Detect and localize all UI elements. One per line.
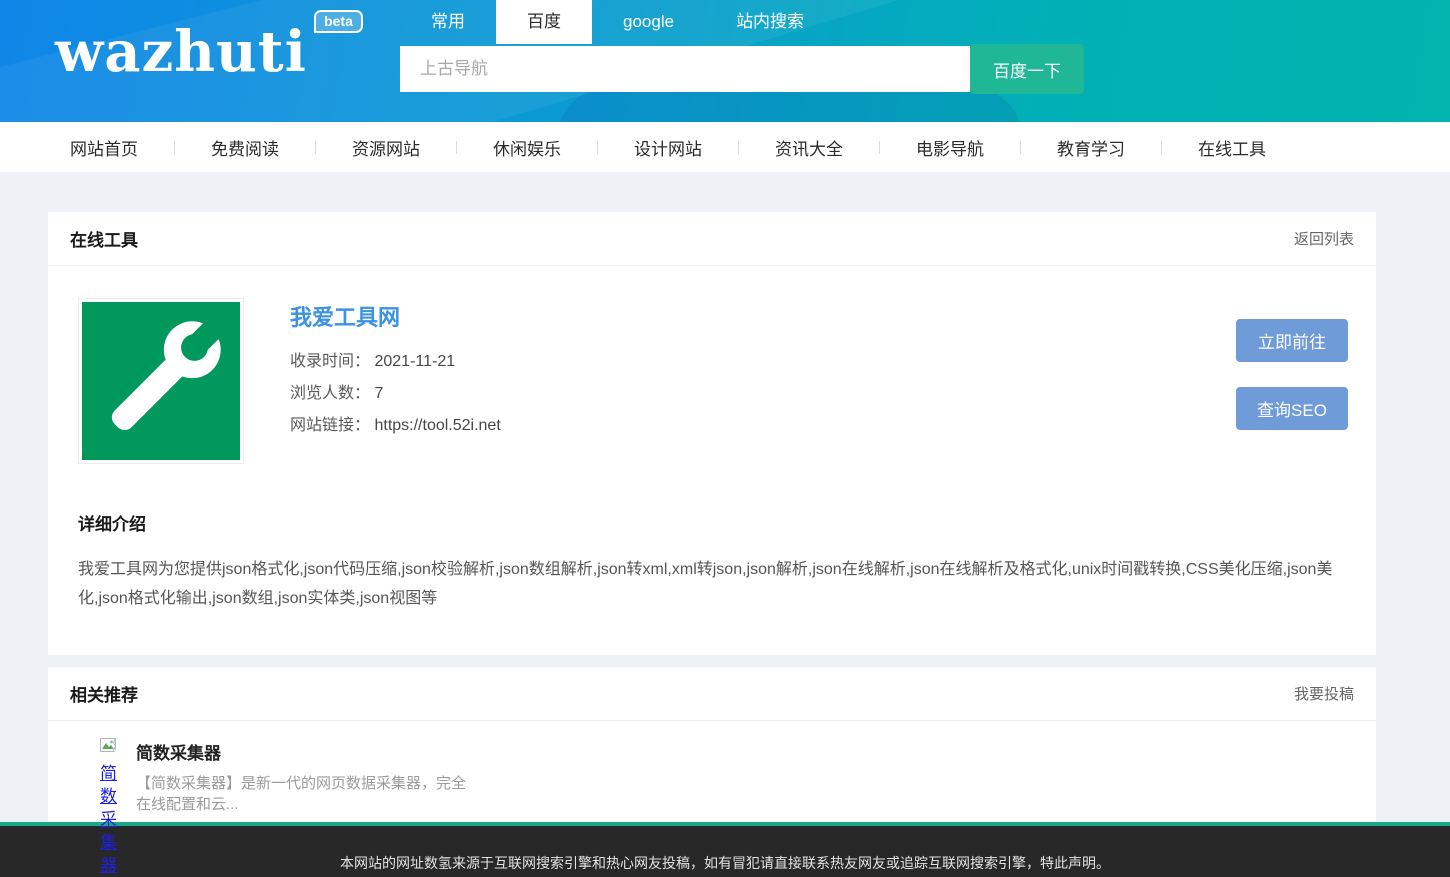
related-item-title[interactable]: 简数采集器 xyxy=(136,739,221,764)
visit-now-button[interactable]: 立即前往 xyxy=(1236,319,1348,362)
related-card-header: 相关推荐 我要投稿 xyxy=(48,667,1376,721)
search-engine-tabs: 常用 百度 google 站内搜索 xyxy=(400,0,1084,44)
intro-text: 我爱工具网为您提供json格式化,json代码压缩,json校验解析,json数… xyxy=(78,555,1346,613)
related-image-alt-text[interactable]: 简数采集器 xyxy=(100,762,119,877)
view-count-label: 浏览人数： xyxy=(290,385,370,402)
nav-item-resource-sites[interactable]: 资源网站 xyxy=(352,135,420,160)
related-thumbnail-broken: 简数采集器 xyxy=(100,737,124,877)
nav-item-news[interactable]: 资讯大全 xyxy=(775,135,843,160)
nav-separator xyxy=(597,141,598,154)
search-area: 常用 百度 google 站内搜索 百度一下 xyxy=(400,0,1084,94)
nav-item-leisure[interactable]: 休闲娱乐 xyxy=(493,135,561,160)
site-url-label: 网站链接： xyxy=(290,417,370,434)
included-date-value: 2021-11-21 xyxy=(374,353,455,370)
site-header: wazhuti beta 常用 百度 google 站内搜索 百度一下 xyxy=(0,0,1450,122)
beta-badge: beta xyxy=(314,10,363,33)
nav-item-online-tools[interactable]: 在线工具 xyxy=(1198,135,1266,160)
site-url-row: 网站链接： https://tool.52i.net xyxy=(290,410,1236,442)
nav-separator xyxy=(456,141,457,154)
nav-separator xyxy=(738,141,739,154)
nav-separator xyxy=(879,141,880,154)
section-title: 在线工具 xyxy=(70,226,138,251)
tab-google[interactable]: google xyxy=(592,0,705,44)
footer-disclaimer-text: 本网站的网址数氢来源于互联网搜索引擎和热心网友投稿，如有冒犯请直接联系热友网友或… xyxy=(340,853,1110,873)
view-count-value: 7 xyxy=(374,385,383,402)
back-to-list-link[interactable]: 返回列表 xyxy=(1294,228,1354,249)
nav-item-home[interactable]: 网站首页 xyxy=(70,135,138,160)
search-bar: 百度一下 xyxy=(400,44,1084,94)
site-footer: 本网站的网址数氢来源于互联网搜索引擎和热心网友投稿，如有冒犯请直接联系热友网友或… xyxy=(0,822,1450,877)
view-count-row: 浏览人数： 7 xyxy=(290,378,1236,410)
brand-logo[interactable]: wazhuti beta xyxy=(55,22,307,84)
brand-logo-text: wazhuti xyxy=(55,22,307,84)
included-date-label: 收录时间： xyxy=(290,353,370,370)
tab-baidu[interactable]: 百度 xyxy=(496,0,592,44)
intro-block: 详细介绍 我爱工具网为您提供json格式化,json代码压缩,json校验解析,… xyxy=(48,510,1376,655)
nav-item-free-reading[interactable]: 免费阅读 xyxy=(211,135,279,160)
related-item-description: 【简数采集器】是新一代的网页数据采集器，完全在线配置和云... xyxy=(136,773,470,815)
broken-image-icon xyxy=(100,737,118,755)
nav-separator xyxy=(315,141,316,154)
search-input[interactable] xyxy=(400,46,970,92)
check-seo-button[interactable]: 查询SEO xyxy=(1236,387,1348,430)
site-name-link[interactable]: 我爱工具网 xyxy=(290,300,400,332)
main-nav: 网站首页 免费阅读 资源网站 休闲娱乐 设计网站 资讯大全 电影导航 教育学习 … xyxy=(0,122,1450,172)
tab-changyong[interactable]: 常用 xyxy=(400,0,496,44)
nav-item-movie-nav[interactable]: 电影导航 xyxy=(916,135,984,160)
submit-site-link[interactable]: 我要投稿 xyxy=(1294,683,1354,704)
related-card: 相关推荐 我要投稿 简数采集器 简数采集器 【简数采集器】是新一代的网页数据采集… xyxy=(48,667,1376,827)
nav-item-education[interactable]: 教育学习 xyxy=(1057,135,1125,160)
page-main: 在线工具 返回列表 我爱工具网 收录时间： xyxy=(0,212,1450,862)
related-section-title: 相关推荐 xyxy=(70,681,138,706)
nav-separator xyxy=(1020,141,1021,154)
tool-detail-card: 在线工具 返回列表 我爱工具网 收录时间： xyxy=(48,212,1376,655)
wrench-icon xyxy=(82,302,240,460)
detail-card-header: 在线工具 返回列表 xyxy=(48,212,1376,266)
included-date-row: 收录时间： 2021-11-21 xyxy=(290,346,1236,378)
detail-body: 我爱工具网 收录时间： 2021-11-21 浏览人数： 7 网站链接： htt… xyxy=(48,266,1376,464)
nav-item-design-sites[interactable]: 设计网站 xyxy=(634,135,702,160)
site-info: 我爱工具网 收录时间： 2021-11-21 浏览人数： 7 网站链接： htt… xyxy=(290,298,1236,464)
action-buttons: 立即前往 查询SEO xyxy=(1236,319,1348,464)
baidu-search-button[interactable]: 百度一下 xyxy=(970,44,1084,94)
nav-separator xyxy=(1161,141,1162,154)
intro-title: 详细介绍 xyxy=(78,510,1346,535)
nav-separator xyxy=(174,141,175,154)
site-url-value: https://tool.52i.net xyxy=(374,417,500,434)
tab-site-search[interactable]: 站内搜索 xyxy=(705,0,835,44)
tool-thumbnail xyxy=(78,298,244,464)
